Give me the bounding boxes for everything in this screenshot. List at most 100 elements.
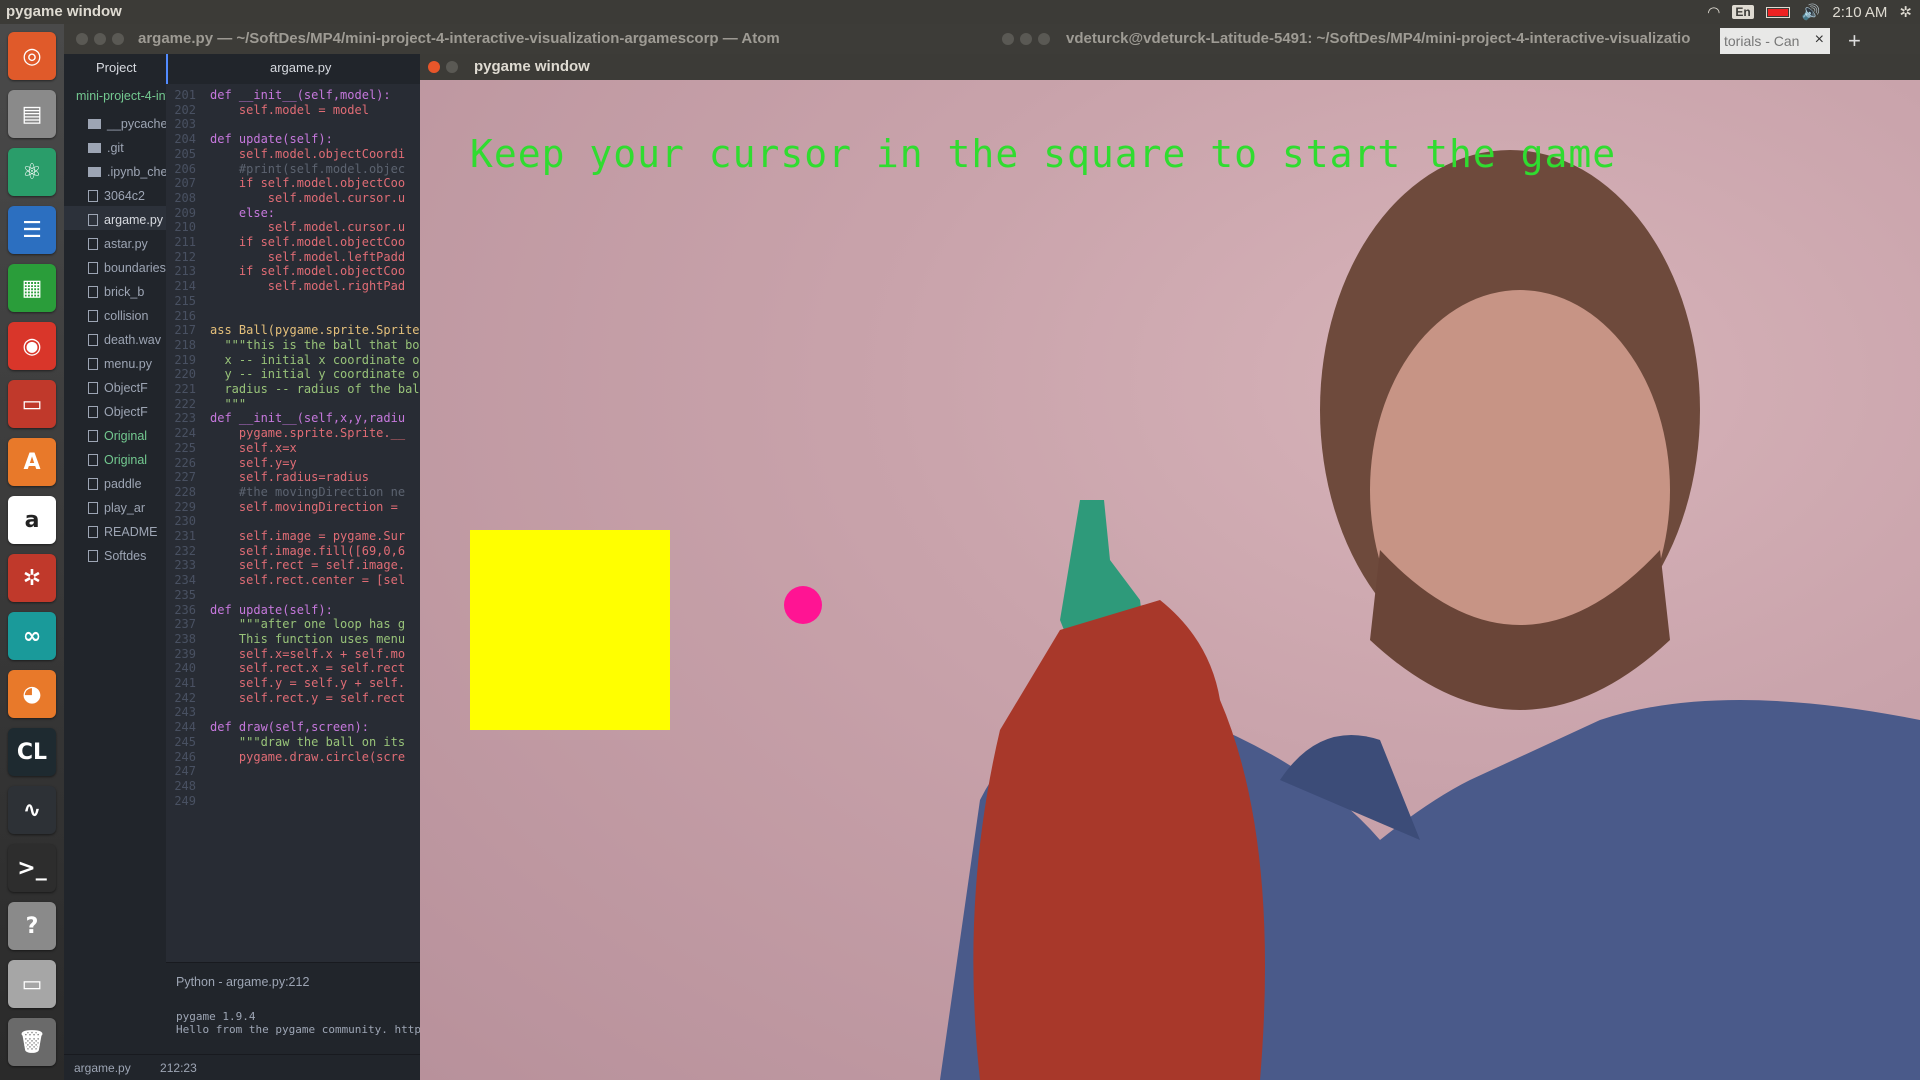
clock[interactable]: 2:10 AM xyxy=(1832,4,1887,21)
code-line[interactable]: self.x=self.x + self.mo xyxy=(210,647,405,661)
code-line[interactable]: self.x=x xyxy=(210,441,297,455)
code-line[interactable]: def __init__(self,x,y,radiu xyxy=(210,411,405,425)
code-line[interactable]: self.image = pygame.Sur xyxy=(210,529,405,543)
impress-icon[interactable]: ▭ xyxy=(8,380,56,428)
status-cursor-position[interactable]: 212:23 xyxy=(160,1061,197,1075)
close-button[interactable] xyxy=(1002,33,1014,45)
clion-icon[interactable]: CL xyxy=(8,728,56,776)
tree-file[interactable]: menu.py xyxy=(64,350,166,374)
tree-folder[interactable]: .git xyxy=(64,134,166,158)
browser-tab[interactable]: torials - Can × xyxy=(1720,28,1830,54)
calc-icon[interactable]: ▦ xyxy=(8,264,56,312)
code-line[interactable]: self.y = self.y + self. xyxy=(210,676,405,690)
maximize-button[interactable] xyxy=(112,33,124,45)
start-target-square[interactable] xyxy=(470,530,670,730)
tree-file[interactable]: collision xyxy=(64,302,166,326)
code-line[interactable]: if self.model.objectCoo xyxy=(210,235,405,249)
tree-file[interactable]: boundaries xyxy=(64,254,166,278)
code-line[interactable]: def update(self): xyxy=(210,132,333,146)
code-line[interactable]: #print(self.model.objec xyxy=(210,162,405,176)
tree-file[interactable]: death.wav xyxy=(64,326,166,350)
pygame-title-bar[interactable]: pygame window xyxy=(420,54,1920,80)
code-line[interactable]: """this is the ball that bo xyxy=(210,338,419,352)
code-line[interactable]: def __init__(self,model): xyxy=(210,88,391,102)
tree-file[interactable]: 3064c2 xyxy=(64,182,166,206)
minimize-button[interactable] xyxy=(94,33,106,45)
amazon-icon[interactable]: a xyxy=(8,496,56,544)
code-line[interactable]: #the movingDirection ne xyxy=(210,485,405,499)
tree-file[interactable]: Softdes xyxy=(64,542,166,566)
tree-header[interactable]: Project xyxy=(64,54,166,84)
code-line[interactable]: self.rect = self.image. xyxy=(210,558,405,572)
tree-folder[interactable]: __pycache__ xyxy=(64,110,166,134)
disk-icon[interactable]: ▭ xyxy=(8,960,56,1008)
code-line[interactable]: self.rect.x = self.rect xyxy=(210,661,405,675)
status-file[interactable]: argame.py xyxy=(74,1061,131,1075)
battery-icon[interactable] xyxy=(1765,6,1790,18)
camera-feed[interactable]: Keep your cursor in the square to start … xyxy=(420,80,1920,1080)
atom-title-bar[interactable]: argame.py — ~/SoftDes/MP4/mini-project-4… xyxy=(64,24,996,54)
code-line[interactable]: radius -- radius of the bal xyxy=(210,382,419,396)
close-button[interactable] xyxy=(428,61,440,73)
close-icon[interactable]: × xyxy=(1815,31,1824,49)
atom-icon[interactable]: ⚛ xyxy=(8,148,56,196)
minimize-button[interactable] xyxy=(446,61,458,73)
code-line[interactable]: pygame.draw.circle(scre xyxy=(210,750,405,764)
code-line[interactable]: This function uses menu xyxy=(210,632,405,646)
files-icon[interactable]: ▤ xyxy=(8,90,56,138)
gear-icon[interactable]: ✲ xyxy=(1899,3,1912,21)
code-line[interactable]: self.rect.y = self.rect xyxy=(210,691,405,705)
writer-icon[interactable]: ☰ xyxy=(8,206,56,254)
terminal-icon[interactable]: >_ xyxy=(8,844,56,892)
tree-file[interactable]: ObjectF xyxy=(64,374,166,398)
code-line[interactable]: ass Ball(pygame.sprite.Sprite xyxy=(210,323,420,337)
tree-file[interactable]: brick_b xyxy=(64,278,166,302)
code-line[interactable]: self.model = model xyxy=(210,103,369,117)
arduino-icon[interactable]: ∞ xyxy=(8,612,56,660)
wifi-icon[interactable]: ◠ xyxy=(1707,3,1720,21)
system-monitor-icon[interactable]: ∿ xyxy=(8,786,56,834)
tree-root-folder[interactable]: mini-project-4-interactive-visualization… xyxy=(64,84,166,110)
keyboard-layout-indicator[interactable]: En xyxy=(1732,5,1754,19)
code-line[interactable]: def draw(self,screen): xyxy=(210,720,369,734)
code-line[interactable]: def update(self): xyxy=(210,603,333,617)
code-line[interactable]: self.y=y xyxy=(210,456,297,470)
tree-file[interactable]: README xyxy=(64,518,166,542)
ubuntu-dash-icon[interactable]: ◎ xyxy=(8,32,56,80)
code-editor[interactable]: argame.py 201 def __init__(self,model): 20… xyxy=(166,54,420,962)
code-line[interactable]: if self.model.objectCoo xyxy=(210,176,405,190)
new-tab-icon[interactable]: + xyxy=(1848,28,1861,54)
volume-icon[interactable]: 🔊 xyxy=(1802,3,1821,21)
code-line[interactable]: self.rect.center = [sel xyxy=(210,573,405,587)
maximize-button[interactable] xyxy=(1038,33,1050,45)
tree-folder[interactable]: .ipynb_checkpoints xyxy=(64,158,166,182)
code-line[interactable]: self.image.fill([69,0,6 xyxy=(210,544,405,558)
code-line[interactable]: """draw the ball on its xyxy=(210,735,405,749)
tree-file[interactable]: astar.py xyxy=(64,230,166,254)
tree-file[interactable]: play_ar xyxy=(64,494,166,518)
tree-file[interactable]: Original xyxy=(64,446,166,470)
code-line[interactable]: self.radius=radius xyxy=(210,470,369,484)
trash-icon[interactable]: 🗑 xyxy=(8,1018,56,1066)
tree-file[interactable]: argame.py xyxy=(64,206,166,230)
code-line[interactable]: """after one loop has g xyxy=(210,617,405,631)
code-line[interactable]: x -- initial x coordinate o xyxy=(210,353,419,367)
code-line[interactable]: """ xyxy=(210,397,246,411)
settings-icon[interactable]: ✲ xyxy=(8,554,56,602)
code-line[interactable]: self.movingDirection = xyxy=(210,500,398,514)
minimize-button[interactable] xyxy=(1020,33,1032,45)
firefox-icon[interactable]: ◕ xyxy=(8,670,56,718)
chrome-icon[interactable]: ◉ xyxy=(8,322,56,370)
code-line[interactable]: self.model.rightPad xyxy=(210,279,405,293)
code-line[interactable]: self.model.objectCoordi xyxy=(210,147,405,161)
code-line[interactable]: self.model.cursor.u xyxy=(210,191,405,205)
code-line[interactable]: self.model.leftPadd xyxy=(210,250,405,264)
help-icon[interactable]: ? xyxy=(8,902,56,950)
code-line[interactable]: y -- initial y coordinate o xyxy=(210,367,419,381)
code-line[interactable]: if self.model.objectCoo xyxy=(210,264,405,278)
tree-file[interactable]: paddle xyxy=(64,470,166,494)
close-button[interactable] xyxy=(76,33,88,45)
editor-tab[interactable]: argame.py xyxy=(166,54,420,84)
code-line[interactable]: pygame.sprite.Sprite.__ xyxy=(210,426,405,440)
code-line[interactable]: else: xyxy=(210,206,275,220)
